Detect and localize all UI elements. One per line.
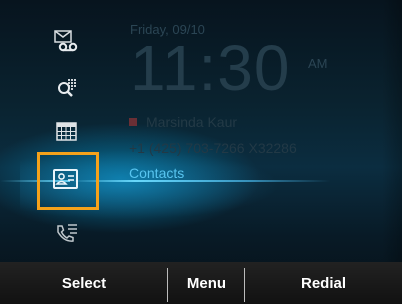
menu-softkey[interactable]: Menu xyxy=(168,262,245,304)
phone-screen: Friday, 09/10 11:30 AM Marsinda Kaur +1 … xyxy=(0,0,402,304)
softkey-divider xyxy=(167,268,168,302)
call-log-icon[interactable] xyxy=(53,222,81,246)
user-name: Marsinda Kaur xyxy=(146,114,238,130)
voicemail-icon[interactable] xyxy=(52,29,80,53)
search-directory-icon[interactable] xyxy=(54,77,82,101)
screen-edge-shade xyxy=(382,0,402,262)
presence-status-icon xyxy=(129,118,137,126)
clock-time: 11:30 xyxy=(130,32,291,104)
softkey-divider xyxy=(244,268,245,302)
select-softkey[interactable]: Select xyxy=(0,262,168,304)
selected-item-highlight xyxy=(37,152,99,210)
redial-softkey[interactable]: Redial xyxy=(245,262,402,304)
phone-number: +1 (425) 703-7266 X32286 xyxy=(129,140,297,156)
softkey-bar: Select Menu Redial xyxy=(0,262,402,304)
calendar-icon[interactable] xyxy=(53,120,81,144)
selection-line xyxy=(70,180,330,182)
clock-ampm: AM xyxy=(308,56,328,71)
selected-menu-label: Contacts xyxy=(129,165,185,181)
